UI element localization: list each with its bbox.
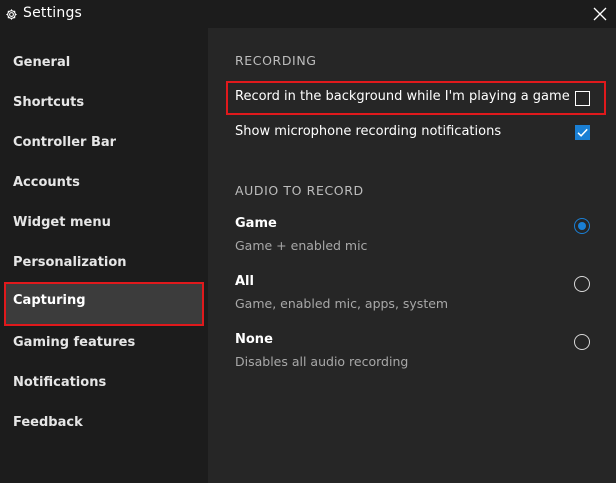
sidebar-item-label: Shortcuts	[13, 95, 85, 110]
record-background-checkbox[interactable]	[575, 91, 590, 106]
audio-all-radio[interactable]	[574, 276, 590, 292]
gear-icon	[6, 9, 17, 20]
sidebar-item-feedback[interactable]: Feedback	[4, 404, 204, 444]
close-button[interactable]	[590, 4, 610, 24]
mic-notifications-label: Show microphone recording notifications	[235, 124, 502, 139]
sidebar-item-label: Notifications	[13, 375, 107, 390]
sidebar-item-label: Widget menu	[13, 215, 111, 230]
audio-option-title: Game	[235, 216, 277, 231]
audio-option-title: All	[235, 274, 254, 289]
sidebar-item-shortcuts[interactable]: Shortcuts	[4, 84, 204, 124]
mic-notifications-checkbox[interactable]	[575, 125, 590, 140]
sidebar-item-personalization[interactable]: Personalization	[4, 244, 204, 284]
audio-none-radio[interactable]	[574, 334, 590, 350]
sidebar-item-label: Gaming features	[13, 335, 136, 350]
sidebar-item-controller-bar[interactable]: Controller Bar	[4, 124, 204, 164]
sidebar-item-notifications[interactable]: Notifications	[4, 364, 204, 404]
audio-option-none[interactable]: None Disables all audio recording	[226, 332, 606, 382]
sidebar-item-label: Personalization	[13, 255, 127, 270]
sidebar-item-label: Controller Bar	[13, 135, 117, 150]
window-title: Settings	[23, 5, 83, 21]
audio-option-description: Game + enabled mic	[235, 238, 368, 253]
checkmark-icon	[577, 128, 588, 137]
audio-option-all[interactable]: All Game, enabled mic, apps, system	[226, 274, 606, 324]
sidebar-item-general[interactable]: General	[4, 44, 204, 84]
settings-window: Settings General Shortcuts Controller Ba…	[0, 0, 616, 483]
audio-option-game[interactable]: Game Game + enabled mic	[226, 216, 606, 266]
sidebar-item-label: General	[13, 55, 71, 70]
close-icon	[593, 7, 607, 21]
sidebar-item-capturing[interactable]: Capturing	[4, 282, 204, 326]
capturing-settings-panel: RECORDING Record in the background while…	[208, 28, 616, 483]
sidebar-item-accounts[interactable]: Accounts	[4, 164, 204, 204]
sidebar-item-label: Feedback	[13, 415, 83, 430]
audio-section-header: AUDIO TO RECORD	[235, 183, 364, 198]
mic-notifications-setting[interactable]: Show microphone recording notifications	[226, 116, 606, 150]
sidebar-item-label: Capturing	[13, 293, 86, 308]
record-background-setting[interactable]: Record in the background while I'm playi…	[226, 81, 606, 115]
audio-option-description: Disables all audio recording	[235, 354, 409, 369]
record-background-label: Record in the background while I'm playi…	[235, 89, 570, 104]
sidebar-item-gaming-features[interactable]: Gaming features	[4, 324, 204, 364]
sidebar-item-label: Accounts	[13, 175, 80, 190]
sidebar-item-widget-menu[interactable]: Widget menu	[4, 204, 204, 244]
title-bar: Settings	[0, 0, 616, 28]
sidebar: General Shortcuts Controller Bar Account…	[0, 28, 208, 483]
audio-game-radio[interactable]	[574, 218, 590, 234]
recording-section-header: RECORDING	[235, 53, 317, 68]
audio-option-title: None	[235, 332, 273, 347]
audio-option-description: Game, enabled mic, apps, system	[235, 296, 449, 311]
